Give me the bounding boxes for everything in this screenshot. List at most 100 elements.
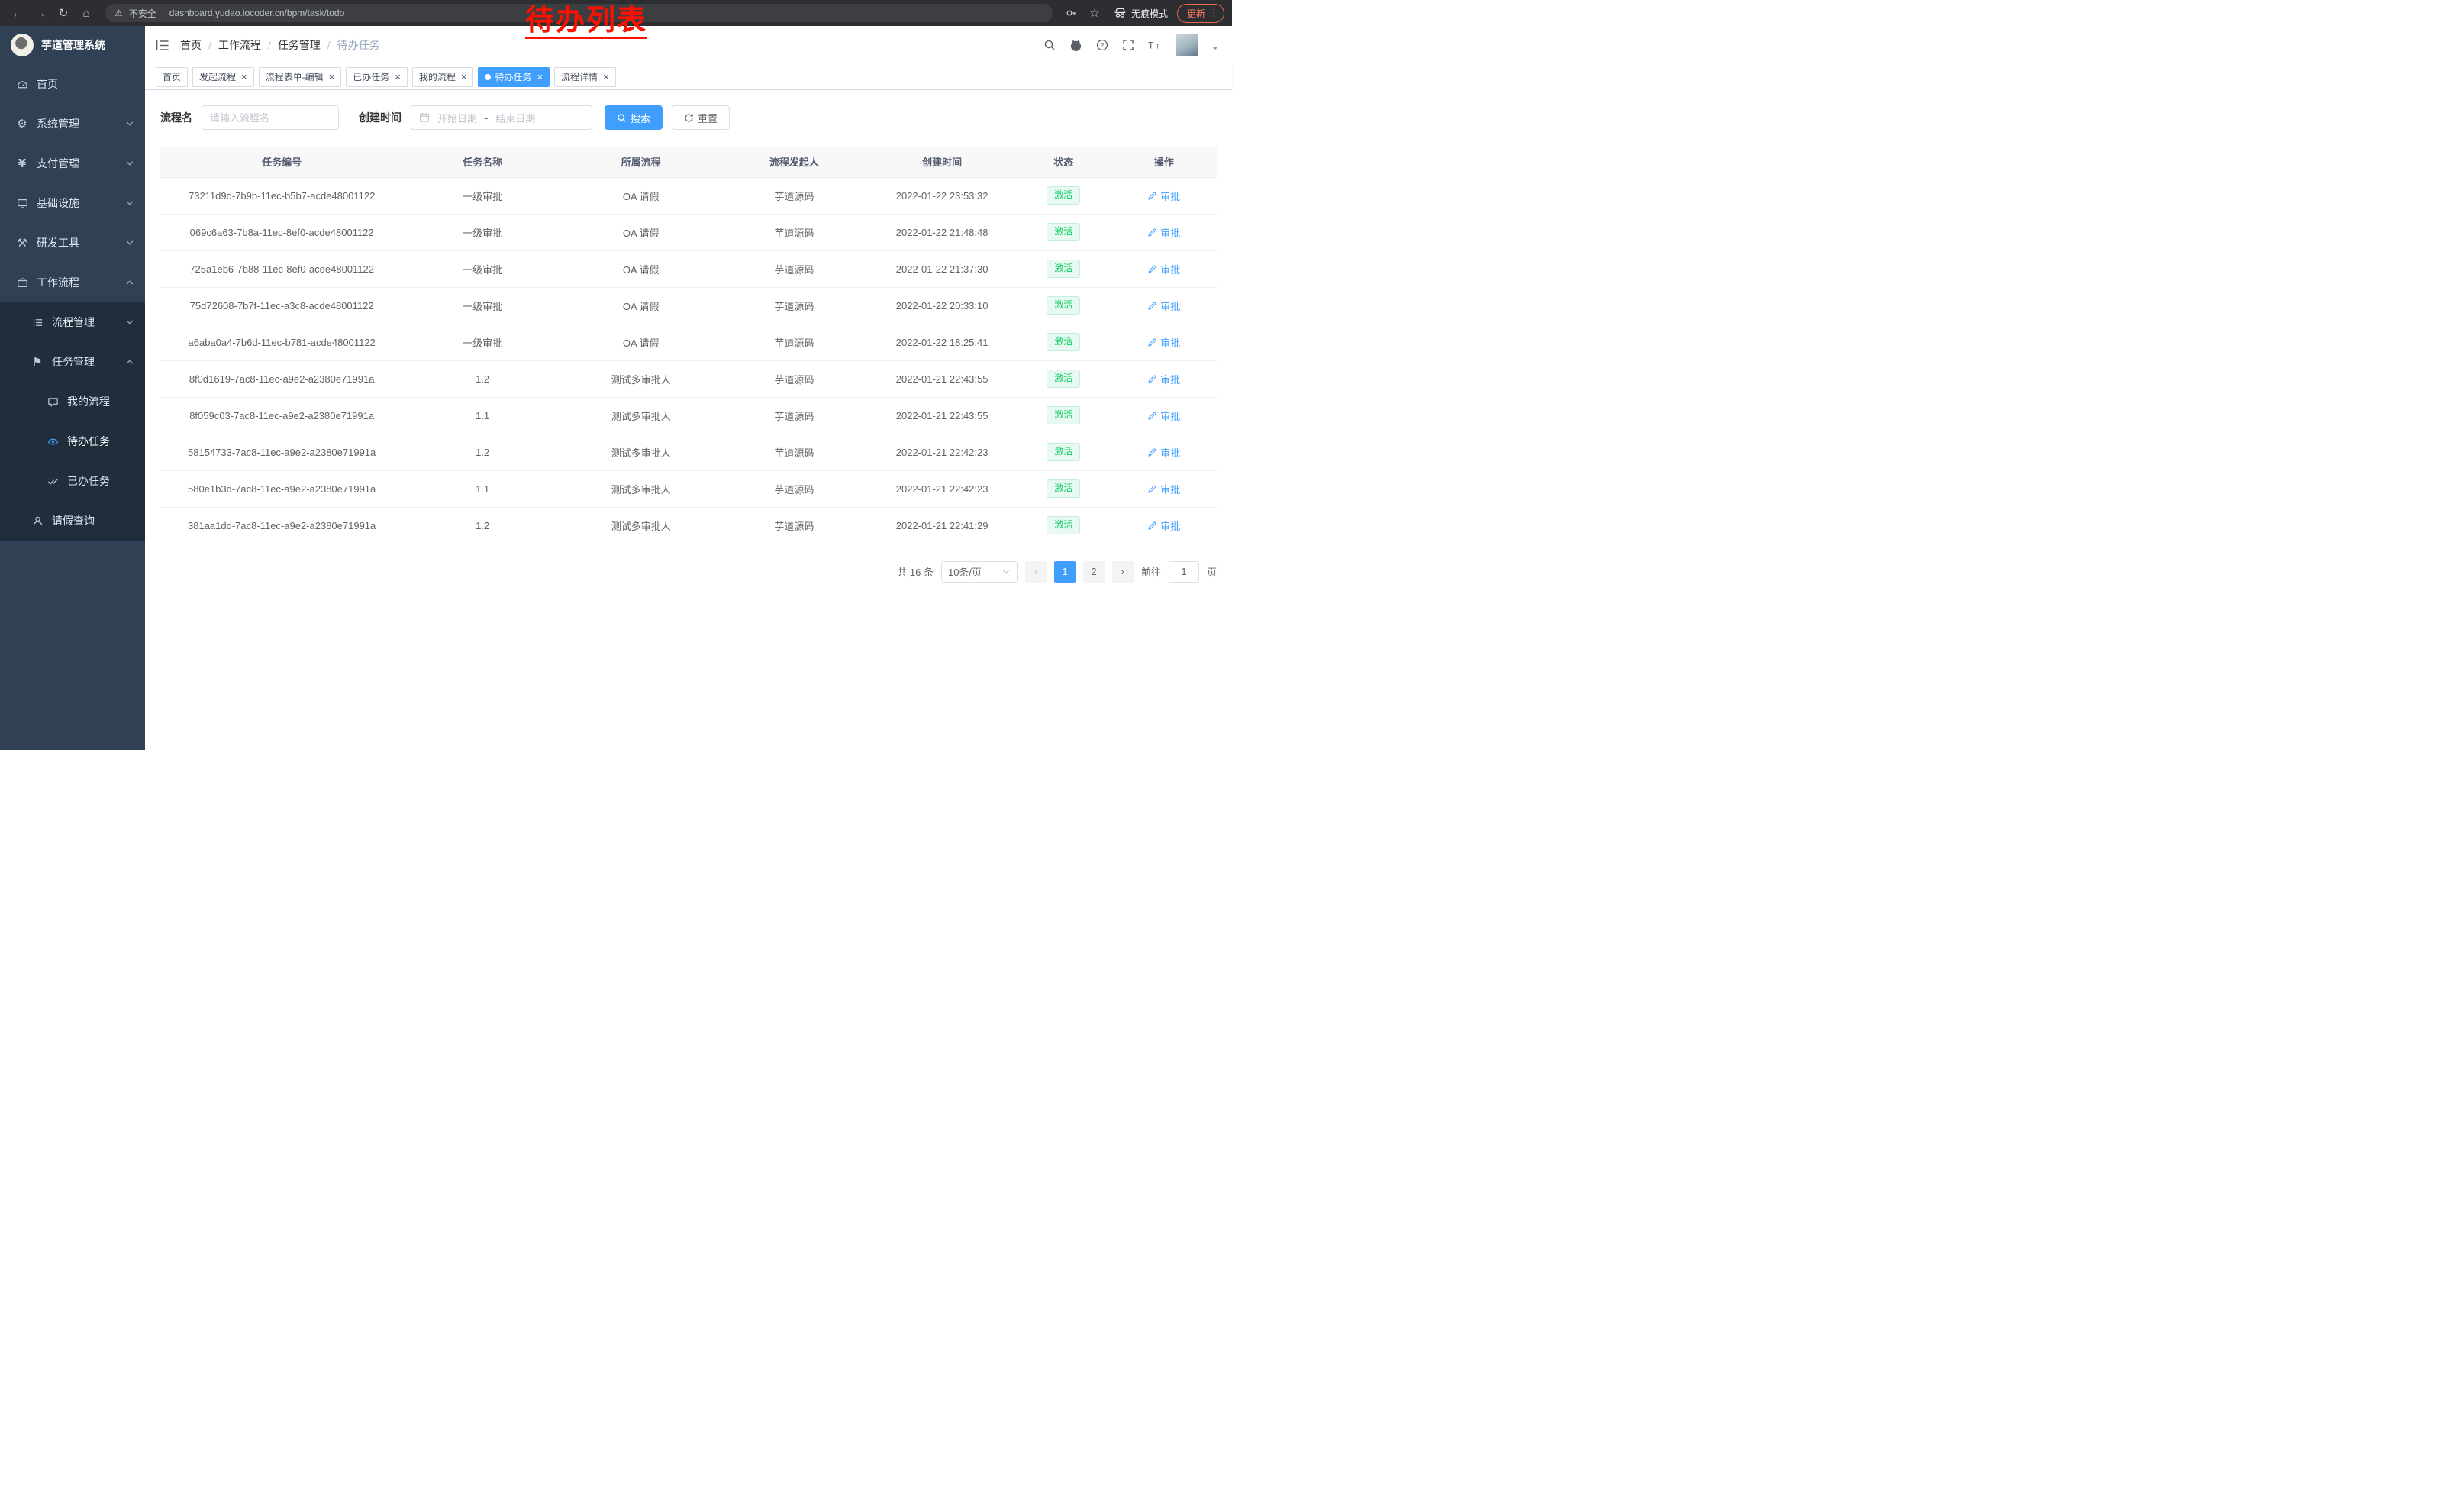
prev-page-button[interactable]: ‹ [1025,561,1047,583]
reload-icon[interactable]: ↻ [53,3,73,23]
close-tab-icon[interactable]: × [461,72,467,82]
help-icon[interactable]: ? [1096,39,1108,51]
search-button[interactable]: 搜索 [605,105,663,130]
approve-button[interactable]: 审批 [1147,189,1180,203]
collapse-sidebar-icon[interactable] [156,40,169,51]
back-icon[interactable]: ← [8,3,27,23]
star-icon[interactable]: ☆ [1085,3,1105,23]
page-button-1[interactable]: 1 [1054,561,1076,583]
sidebar-item-done-task[interactable]: 已办任务 [0,461,145,501]
approve-button[interactable]: 审批 [1147,518,1180,533]
tab-home[interactable]: 首页 [156,67,188,87]
sidebar-item-process-mgmt[interactable]: 流程管理 [0,302,145,342]
approve-button[interactable]: 审批 [1147,445,1180,460]
table-row: 8f0d1619-7ac8-11ec-a9e2-a2380e71991a1.2测… [160,360,1217,397]
cell-create-time: 2022-01-22 23:53:32 [868,177,1016,214]
page-button-2[interactable]: 2 [1083,561,1105,583]
update-button[interactable]: 更新 ⋮ [1177,4,1224,23]
cell-task-name: 1.2 [403,507,562,544]
cell-status: 激活 [1016,250,1111,287]
sidebar-item-label: 任务管理 [52,354,95,370]
tab-process-detail[interactable]: 流程详情× [554,67,616,87]
search-icon[interactable] [1043,39,1056,51]
sidebar-item-task-mgmt[interactable]: ⚑ 任务管理 [0,342,145,382]
close-tab-icon[interactable]: × [241,72,247,82]
cell-task-id: 069c6a63-7b8a-11ec-8ef0-acde48001122 [160,214,403,250]
cell-task-name: 一级审批 [403,250,562,287]
tab-my-process[interactable]: 我的流程× [412,67,474,87]
approve-label: 审批 [1160,225,1180,240]
fullscreen-icon[interactable] [1122,39,1134,51]
close-tab-icon[interactable]: × [395,72,401,82]
approve-button[interactable]: 审批 [1147,299,1180,313]
sidebar-item-dev-tools[interactable]: ⚒研发工具 [0,223,145,263]
github-icon[interactable] [1069,39,1082,52]
breadcrumb-item[interactable]: 首页 [180,37,202,53]
approve-button[interactable]: 审批 [1147,225,1180,240]
forward-icon[interactable]: → [31,3,50,23]
cell-status: 激活 [1016,507,1111,544]
tab-start-process[interactable]: 发起流程× [192,67,254,87]
sidebar-item-workflow[interactable]: 工作流程 [0,263,145,302]
approve-button[interactable]: 审批 [1147,262,1180,276]
sidebar-item-payment[interactable]: ¥支付管理 [0,144,145,183]
edit-icon [1147,301,1157,311]
goto-page-input[interactable] [1169,561,1199,583]
app-window: 芋道管理系统 首页⚙系统管理¥支付管理基础设施⚒研发工具工作流程流程管理⚑任务管… [0,26,1232,750]
approve-button[interactable]: 审批 [1147,408,1180,423]
filter-bar: 流程名 创建时间 开始日期 - 结束日期 搜索 [160,105,1217,130]
breadcrumb-separator: / [208,39,211,51]
app-logo-row[interactable]: 芋道管理系统 [0,26,145,64]
home-icon[interactable]: ⌂ [76,3,96,23]
flag-icon: ⚑ [31,357,44,368]
approve-button[interactable]: 审批 [1147,482,1180,496]
cell-action: 审批 [1111,287,1217,324]
avatar[interactable] [1176,34,1198,56]
cell-status: 激活 [1016,434,1111,470]
status-badge: 激活 [1047,186,1080,205]
approve-button[interactable]: 审批 [1147,335,1180,350]
sidebar-item-my-process[interactable]: 我的流程 [0,382,145,421]
cell-process: 测试多审批人 [562,507,721,544]
close-tab-icon[interactable]: × [329,72,335,82]
cell-action: 审批 [1111,250,1217,287]
more-menu-icon[interactable]: ⋮ [1209,7,1219,19]
breadcrumb-item[interactable]: 任务管理 [278,37,321,53]
start-date-placeholder: 开始日期 [437,111,477,125]
tab-form-edit[interactable]: 流程表单-编辑× [259,67,342,87]
sidebar-item-todo-task[interactable]: 待办任务 [0,421,145,461]
cell-status: 激活 [1016,470,1111,507]
breadcrumb-separator: / [327,39,331,51]
cell-task-id: 725a1eb6-7b88-11ec-8ef0-acde48001122 [160,250,403,287]
caret-down-icon[interactable] [1212,47,1218,53]
cell-task-name: 一级审批 [403,287,562,324]
process-name-input[interactable] [202,105,339,130]
security-label: 不安全 [129,7,156,20]
sidebar-item-home[interactable]: 首页 [0,64,145,104]
total-count: 共 16 条 [897,564,934,579]
column-header-create-time: 创建时间 [868,147,1016,177]
key-icon[interactable] [1062,3,1082,23]
sidebar-item-infrastructure[interactable]: 基础设施 [0,183,145,223]
page-size-select[interactable]: 10条/页 [941,561,1018,583]
tab-todo-task[interactable]: 待办任务× [478,67,550,87]
process-name-label: 流程名 [160,110,192,125]
briefcase-icon [15,277,29,289]
breadcrumb-item[interactable]: 工作流程 [218,37,261,53]
cell-status: 激活 [1016,360,1111,397]
close-tab-icon[interactable]: × [603,72,609,82]
close-tab-icon[interactable]: × [537,72,543,82]
approve-button[interactable]: 审批 [1147,372,1180,386]
font-size-icon[interactable]: TT [1148,39,1162,51]
next-page-button[interactable]: › [1112,561,1134,583]
main-area: 首页/工作流程/任务管理/待办任务 ? TT [145,26,1232,750]
approve-label: 审批 [1160,335,1180,350]
tab-done-task[interactable]: 已办任务× [346,67,408,87]
date-range-picker[interactable]: 开始日期 - 结束日期 [411,105,592,130]
edit-icon [1147,228,1157,237]
table-row: 381aa1dd-7ac8-11ec-a9e2-a2380e71991a1.2测… [160,507,1217,544]
security-warning-icon: ⚠ [114,8,123,18]
reset-button[interactable]: 重置 [672,105,730,130]
sidebar-item-leave-query[interactable]: 请假查询 [0,501,145,541]
sidebar-item-system[interactable]: ⚙系统管理 [0,104,145,144]
